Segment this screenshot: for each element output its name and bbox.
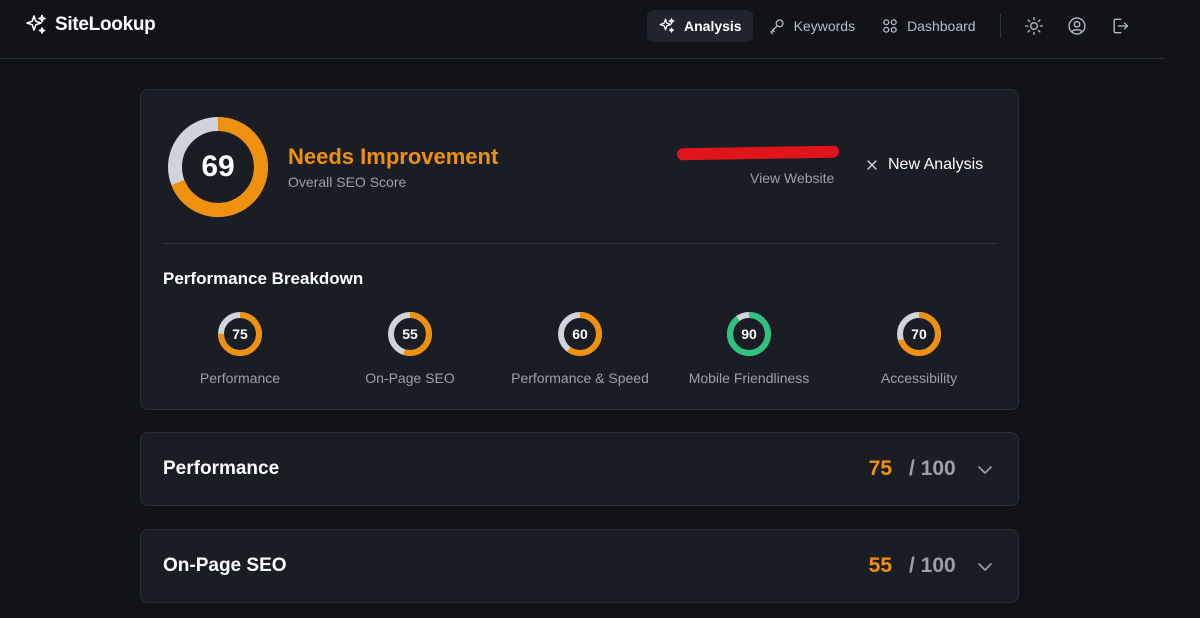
- metric-label: Accessibility: [880, 370, 958, 386]
- section-max-score: / 100: [909, 554, 956, 577]
- performance-section[interactable]: Performance 75 / 100: [140, 432, 1019, 506]
- nav-item-analysis[interactable]: Analysis: [647, 10, 753, 42]
- sparkles-icon: [26, 14, 46, 34]
- close-icon: [867, 160, 877, 170]
- user-circle-icon[interactable]: [1067, 16, 1087, 36]
- metric-performance: 75 Performance: [155, 310, 325, 386]
- metric-ring: 70: [895, 310, 943, 358]
- sun-icon[interactable]: [1024, 16, 1044, 36]
- nav-divider: [1000, 14, 1001, 38]
- brand-name: SiteLookup: [55, 14, 156, 35]
- metric-ring: 55: [386, 310, 434, 358]
- section-title: On-Page SEO: [163, 555, 287, 576]
- metric-label: Performance & Speed: [511, 370, 649, 386]
- metric-ring: 75: [216, 310, 264, 358]
- top-navbar: SiteLookup Analysis Keywords Dashboard: [0, 0, 1165, 59]
- score-subtitle: Overall SEO Score: [288, 174, 407, 190]
- metric-ring: 60: [556, 310, 604, 358]
- overall-score-value: 69: [201, 150, 235, 183]
- metric-performance-speed: 60 Performance & Speed: [495, 310, 665, 386]
- metric-label: Performance: [199, 370, 281, 386]
- metric-score: 60: [572, 326, 588, 342]
- section-score: 75: [868, 457, 892, 480]
- new-analysis-label: New Analysis: [888, 156, 984, 173]
- metric-mobile-friendliness: 90 Mobile Friendliness: [664, 310, 834, 386]
- main-nav: Analysis Keywords Dashboard: [647, 10, 991, 42]
- nav-item-label: Dashboard: [907, 18, 976, 34]
- score-status: Needs Improvement: [288, 144, 499, 169]
- metric-label: On-Page SEO: [365, 370, 455, 386]
- metric-score: 75: [232, 326, 248, 342]
- view-website-link[interactable]: View Website: [750, 170, 834, 186]
- metric-accessibility: 70 Accessibility: [834, 310, 1004, 386]
- seo-overview-card: 69 Needs Improvement Overall SEO Score V…: [140, 89, 1019, 410]
- section-divider: [163, 243, 997, 244]
- on-page-seo-section[interactable]: On-Page SEO 55 / 100: [140, 529, 1019, 603]
- metric-on-page-seo: 55 On-Page SEO: [325, 310, 495, 386]
- section-max-score: / 100: [909, 457, 956, 480]
- website-url-redacted: [676, 145, 840, 161]
- logout-icon[interactable]: [1110, 16, 1130, 36]
- chevron-down-icon[interactable]: [976, 558, 994, 576]
- section-title: Performance: [163, 458, 280, 479]
- metric-score: 55: [402, 326, 418, 342]
- new-analysis-button[interactable]: New Analysis: [866, 156, 983, 174]
- grid-icon: [883, 19, 897, 33]
- metric-label: Mobile Friendliness: [688, 370, 810, 386]
- metric-score: 90: [741, 326, 757, 342]
- metric-ring: 90: [725, 310, 773, 358]
- metric-score: 70: [911, 326, 927, 342]
- nav-item-dashboard[interactable]: Dashboard: [870, 10, 987, 42]
- chevron-down-icon[interactable]: [976, 461, 994, 479]
- nav-item-keywords[interactable]: Keywords: [757, 10, 866, 42]
- key-icon: [769, 19, 784, 35]
- breakdown-title: Performance Breakdown: [163, 269, 364, 288]
- nav-item-label: Analysis: [684, 18, 742, 34]
- section-score: 55: [868, 554, 892, 577]
- sparkles-icon: [659, 18, 675, 33]
- nav-item-label: Keywords: [793, 18, 856, 34]
- brand-logo[interactable]: SiteLookup: [24, 13, 156, 37]
